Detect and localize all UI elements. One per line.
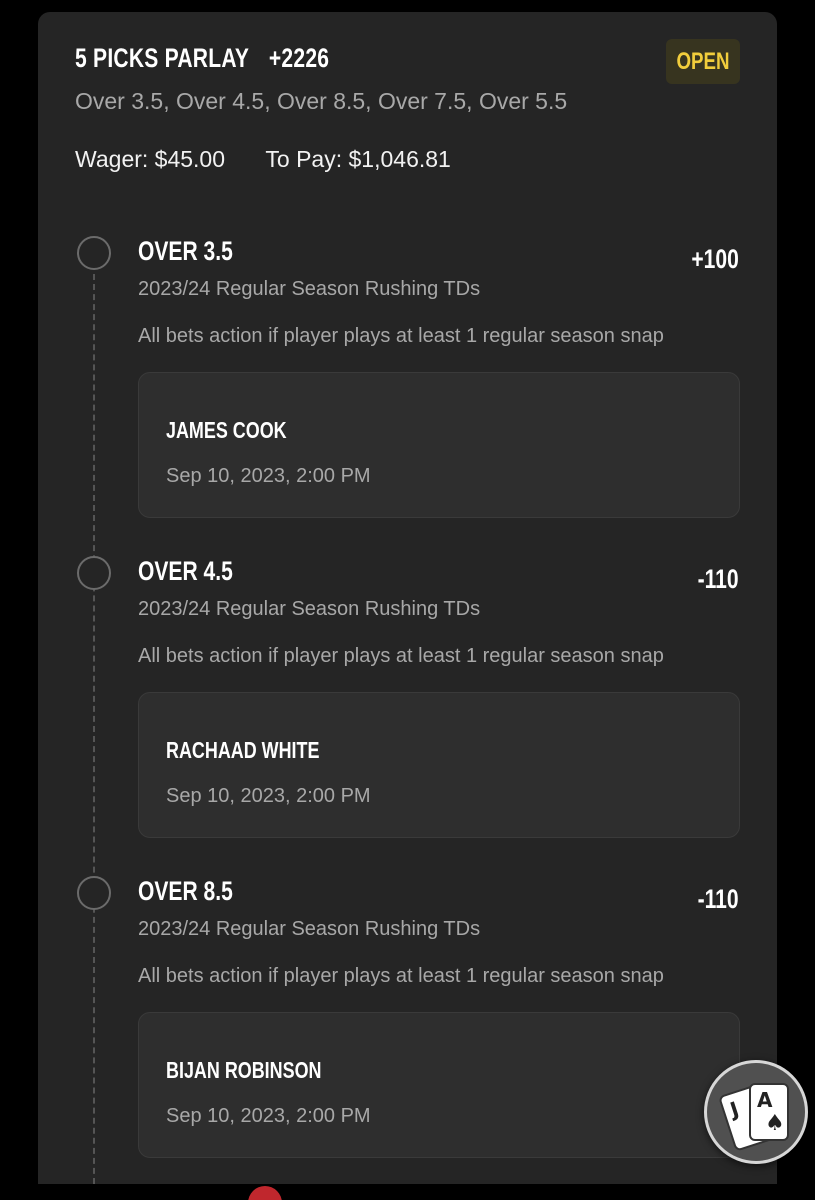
leg-rule: All bets action if player plays at least… xyxy=(138,965,664,987)
to-pay-label: To Pay: xyxy=(265,146,343,172)
playing-card-front-icon: A ♠ xyxy=(749,1083,789,1141)
parlay-leg: OVER 4.5 -110 2023/24 Regular Season Rus… xyxy=(38,556,777,856)
leg-title: OVER 3.5 xyxy=(138,236,233,266)
playing-cards-button[interactable]: J A ♠ xyxy=(704,1060,808,1164)
game-time: Sep 10, 2023, 2:00 PM xyxy=(166,785,371,807)
leg-title: OVER 4.5 xyxy=(138,556,233,586)
wager-value: $45.00 xyxy=(154,146,226,172)
leg-market: 2023/24 Regular Season Rushing TDs xyxy=(138,918,481,940)
parlay-title-text: 5 PICKS PARLAY xyxy=(75,43,249,73)
to-pay-value: $1,046.81 xyxy=(348,146,451,172)
leg-odds: +100 xyxy=(691,244,739,274)
player-name: RACHAAD WHITE xyxy=(166,737,320,763)
parlay-selections: Over 3.5, Over 4.5, Over 8.5, Over 7.5, … xyxy=(75,88,568,114)
leg-status-circle-icon xyxy=(77,236,111,270)
parlay-odds: +2226 xyxy=(268,43,330,73)
player-card[interactable]: JAMES COOK Sep 10, 2023, 2:00 PM xyxy=(138,372,740,518)
leg-market: 2023/24 Regular Season Rushing TDs xyxy=(138,278,481,300)
parlay-leg: OVER 3.5 +100 2023/24 Regular Season Rus… xyxy=(38,236,777,536)
wager-label: Wager: xyxy=(75,146,149,172)
leg-rule: All bets action if player plays at least… xyxy=(138,645,664,667)
status-badge: OPEN xyxy=(666,39,740,84)
leg-odds: -110 xyxy=(698,564,739,594)
player-name: JAMES COOK xyxy=(166,417,287,443)
wager-summary: Wager: $45.00 To Pay: $1,046.81 xyxy=(75,146,451,173)
player-name: BIJAN ROBINSON xyxy=(166,1057,322,1083)
leg-title: OVER 8.5 xyxy=(138,876,233,906)
leg-status-circle-icon xyxy=(77,556,111,590)
leg-status-circle-icon xyxy=(77,876,111,910)
parlay-card: 5 PICKS PARLAY +2226 OPEN Over 3.5, Over… xyxy=(38,12,777,1184)
status-badge-label: OPEN xyxy=(676,47,730,75)
leg-market: 2023/24 Regular Season Rushing TDs xyxy=(138,598,481,620)
game-time: Sep 10, 2023, 2:00 PM xyxy=(166,465,371,487)
parlay-leg: OVER 8.5 -110 2023/24 Regular Season Rus… xyxy=(38,876,777,1176)
leg-rule: All bets action if player plays at least… xyxy=(138,325,664,347)
player-card[interactable]: RACHAAD WHITE Sep 10, 2023, 2:00 PM xyxy=(138,692,740,838)
player-card[interactable]: BIJAN ROBINSON Sep 10, 2023, 2:00 PM xyxy=(138,1012,740,1158)
parlay-title: 5 PICKS PARLAY +2226 xyxy=(75,43,329,74)
game-time: Sep 10, 2023, 2:00 PM xyxy=(166,1105,371,1127)
leg-odds: -110 xyxy=(698,884,739,914)
notification-badge[interactable] xyxy=(248,1186,282,1200)
